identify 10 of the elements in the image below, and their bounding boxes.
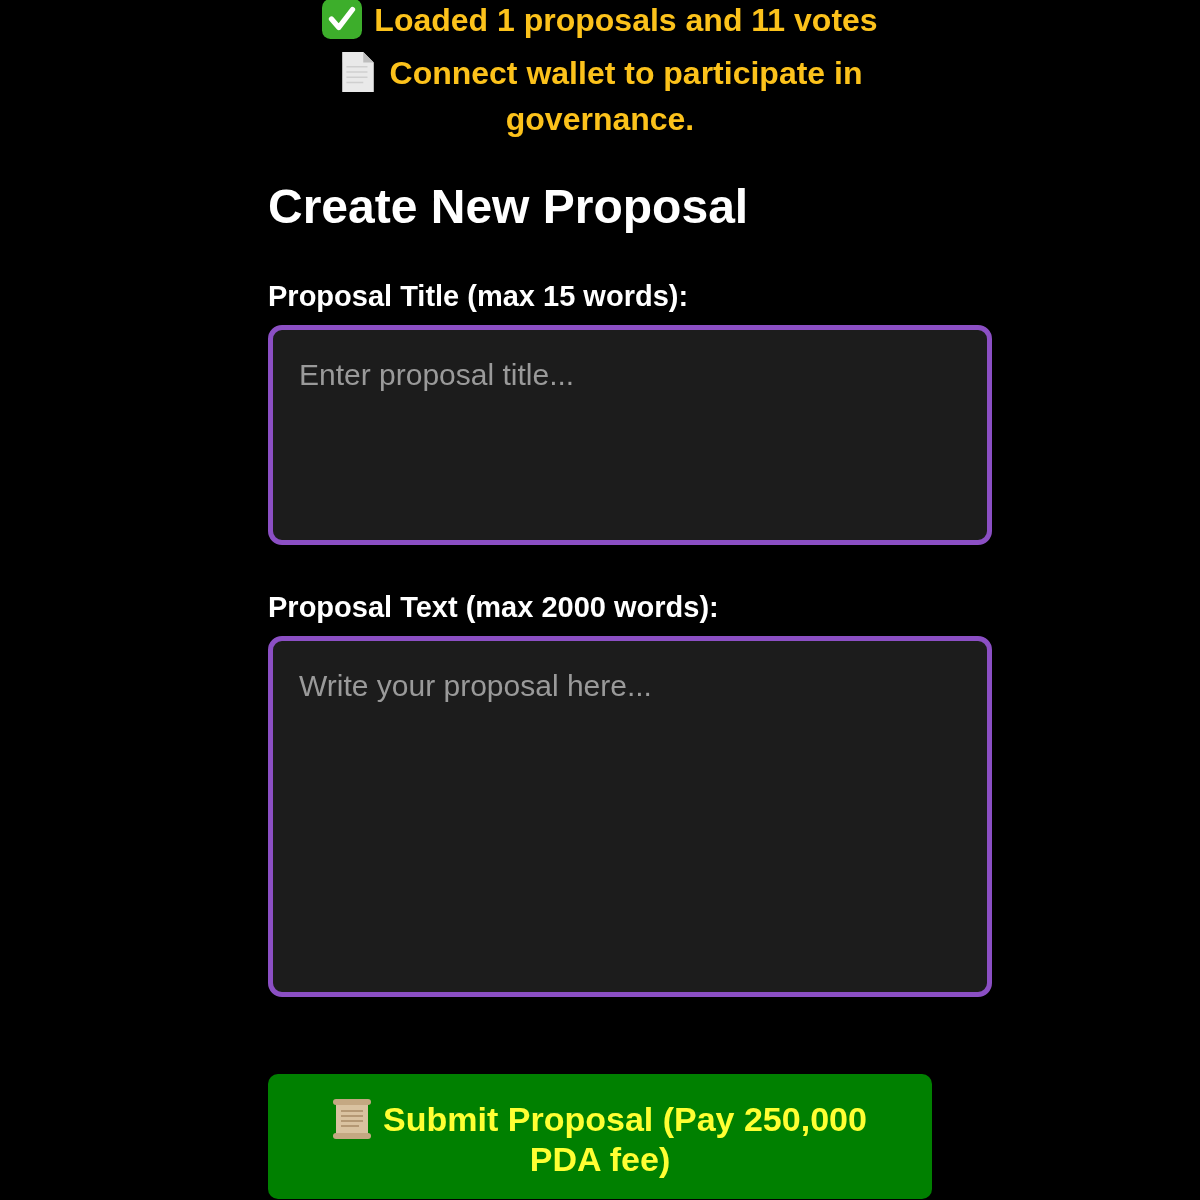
status-message: Connect wallet to participate in governance. [389,55,863,137]
scroll-icon [333,1098,372,1139]
form-heading: Create New Proposal [268,179,749,235]
field-label: Proposal Text (max 2000 words): [268,590,719,624]
check-icon [322,0,363,39]
submit-button[interactable]: Submit Proposal (Pay 250,000 PDA fee) [268,1074,932,1199]
input-field[interactable]: Enter proposal title... [268,325,992,545]
status-message: Loaded 1 proposals and 11 votes [374,2,878,38]
field-label: Proposal Title (max 15 words): [268,279,689,313]
input-field[interactable]: Write your proposal here... [268,636,992,997]
